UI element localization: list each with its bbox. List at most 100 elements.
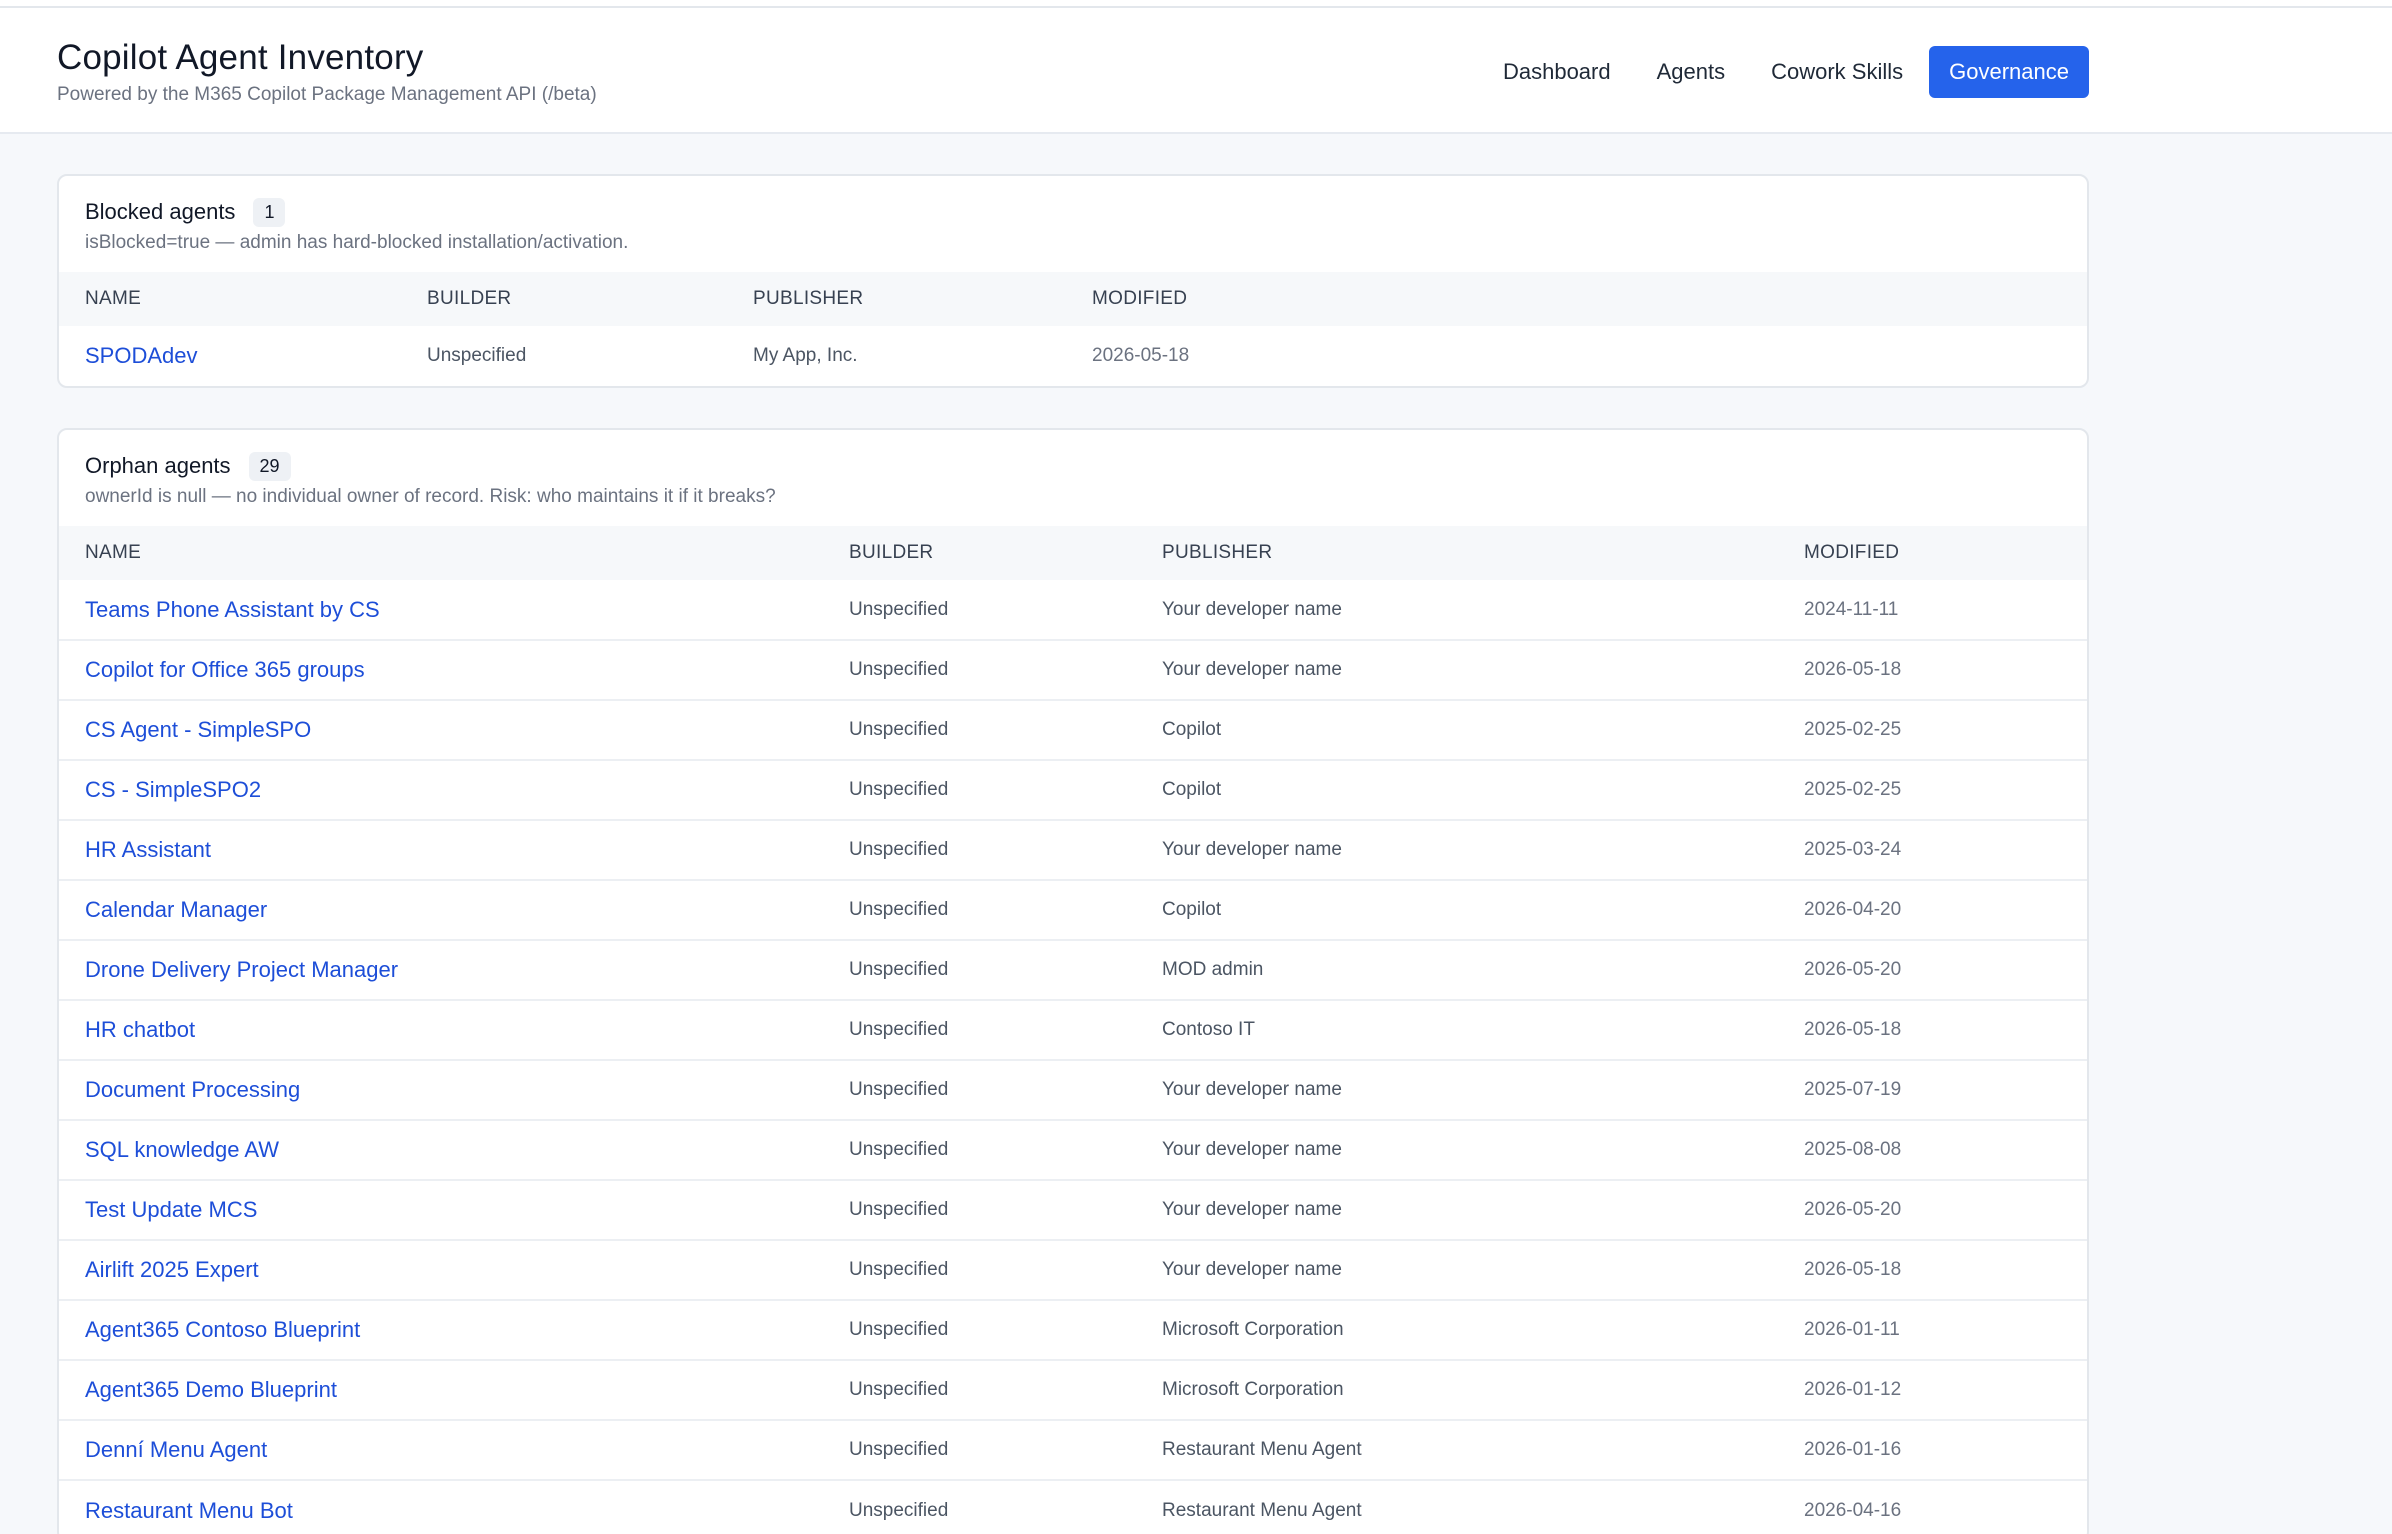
cell-publisher: Your developer name — [1136, 1119, 1778, 1180]
cell-modified: 2026-01-12 — [1778, 1359, 2087, 1420]
count-badge: 29 — [248, 451, 291, 481]
cell-name: Teams Phone Assistant by CS — [59, 580, 823, 640]
table-row: Airlift 2025 Expert Unspecified Your devel… — [59, 1239, 2087, 1300]
cell-modified: 2024-11-11 — [1804, 598, 1899, 620]
cell-builder: Unspecified — [823, 1419, 1136, 1480]
cell-publisher: Microsoft Corporation — [1136, 1299, 1778, 1360]
card-title: Orphan agents — [85, 453, 231, 478]
agent-name-link[interactable]: Document Processing — [85, 1077, 300, 1102]
cell-name: CS Agent - SimpleSPO — [59, 699, 823, 760]
agent-name-link[interactable]: Restaurant Menu Bot — [85, 1498, 293, 1523]
cell-publisher: Your developer name — [1136, 639, 1778, 700]
brand: Copilot Agent Inventory Powered by the M… — [57, 38, 597, 106]
cell-modified: 2025-03-24 — [1778, 819, 2087, 880]
table-row: CS - SimpleSPO2 Unspecified Copilot 2025-02… — [59, 759, 2087, 820]
column-header-publisher[interactable]: PUBLISHER — [1136, 526, 1778, 580]
cell-name: HR Assistant — [59, 819, 823, 880]
agent-name-link[interactable]: Calendar Manager — [85, 897, 267, 922]
top-rule — [0, 0, 2392, 8]
agent-name-link[interactable]: Copilot for Office 365 groups — [85, 657, 365, 682]
agent-name-link[interactable]: CS - SimpleSPO2 — [85, 777, 261, 802]
column-header-builder[interactable]: BUILDER — [823, 526, 1136, 580]
cell-publisher: Restaurant Menu Agent — [1136, 1479, 1778, 1534]
cell-builder: Unspecified — [823, 879, 1136, 940]
cell-publisher: Copilot — [1136, 699, 1778, 760]
card-title-row: Blocked agents 1 — [85, 196, 2061, 228]
cell-name: Agent365 Contoso Blueprint — [59, 1299, 823, 1360]
cell-publisher: Restaurant Menu Agent — [1136, 1419, 1778, 1480]
card-title-row: Orphan agents 29 — [85, 450, 2061, 482]
cell-name: Test Update MCS — [59, 1179, 823, 1240]
cell-publisher: MOD admin — [1136, 939, 1778, 1000]
cell-name: SPODAdev — [59, 326, 401, 386]
cell-publisher: Your developer name — [1136, 1179, 1778, 1240]
cell-name: Drone Delivery Project Manager — [59, 939, 823, 1000]
cell-publisher: Your developer name — [1136, 1059, 1778, 1120]
table-body: SPODAdev Unspecified My App, Inc. 2026-05-1… — [59, 326, 2087, 386]
cell-publisher: Copilot — [1136, 879, 1778, 940]
cell-builder: Unspecified — [823, 1239, 1136, 1300]
table-row: Agent365 Demo Blueprint Unspecified Micros… — [59, 1359, 2087, 1420]
column-header-publisher[interactable]: PUBLISHER — [727, 272, 1066, 326]
column-header-name[interactable]: NAME — [59, 526, 823, 580]
cell-modified: 2026-01-11 — [1778, 1299, 2087, 1360]
cell-name: Denní Menu Agent — [59, 1419, 823, 1480]
nav-agents[interactable]: Agents — [1634, 45, 1749, 99]
cell-modified: 2026-05-18 — [1778, 1239, 2087, 1300]
table-header-row: NAME BUILDER PUBLISHER MODIFIED — [59, 526, 2087, 580]
nav-dashboard[interactable]: Dashboard — [1480, 45, 1634, 99]
agent-name-link[interactable]: SQL knowledge AW — [85, 1137, 279, 1162]
agent-name-link[interactable]: Test Update MCS — [85, 1197, 257, 1222]
cell-modified: 2026-04-20 — [1778, 879, 2087, 940]
table-row: Agent365 Contoso Blueprint Unspecified Mic… — [59, 1299, 2087, 1360]
cell-builder: Unspecified — [823, 819, 1136, 880]
agent-name-link[interactable]: Airlift 2025 Expert — [85, 1257, 259, 1282]
nav-governance[interactable]: Governance — [1929, 46, 2089, 98]
cell-publisher: Copilot — [1136, 759, 1778, 820]
agent-name-link[interactable]: HR chatbot — [85, 1017, 195, 1042]
nav-cowork-skills[interactable]: Cowork Skills — [1748, 45, 1926, 99]
cell-publisher: Your developer name — [1136, 819, 1778, 880]
cell-publisher: Your developer name — [1136, 1239, 1778, 1300]
table-row: Copilot for Office 365 groups Unspecified… — [59, 639, 2087, 700]
cell-modified: 2026-05-20 — [1778, 1179, 2087, 1240]
cell-builder: Unspecified — [823, 1119, 1136, 1180]
column-header-modified[interactable]: MODIFIED — [1778, 526, 2087, 580]
column-header-builder[interactable]: BUILDER — [401, 272, 727, 326]
agent-name-link[interactable]: Agent365 Demo Blueprint — [85, 1377, 337, 1402]
cell-modified: 2026-05-20 — [1778, 939, 2087, 1000]
cell-builder: Unspecified — [823, 759, 1136, 820]
agent-name-link[interactable]: HR Assistant — [85, 837, 211, 862]
cell-name: HR chatbot — [59, 999, 823, 1060]
cell-publisher: My App, Inc. — [753, 345, 858, 366]
cell-builder: Unspecified — [823, 1479, 1136, 1534]
column-header-modified[interactable]: MODIFIED — [1066, 272, 2087, 326]
agent-name-link[interactable]: Agent365 Contoso Blueprint — [85, 1317, 360, 1342]
cell-name: Calendar Manager — [59, 879, 823, 940]
agent-name-link[interactable]: SPODAdev — [85, 343, 198, 368]
table-row: HR chatbot Unspecified Contoso IT 2026-05-1… — [59, 999, 2087, 1060]
agent-name-link[interactable]: Denní Menu Agent — [85, 1437, 267, 1462]
app-title: Copilot Agent Inventory — [57, 38, 424, 77]
cell-modified: 2025-02-25 — [1778, 759, 2087, 820]
table-row: Document Processing Unspecified Your devel… — [59, 1059, 2087, 1120]
cell-name: Airlift 2025 Expert — [59, 1239, 823, 1300]
cell-builder: Unspecified — [823, 999, 1136, 1060]
card-description: isBlocked=true — admin has hard-blocked … — [85, 232, 629, 253]
column-header-name[interactable]: NAME — [59, 272, 401, 326]
app-subtitle: Powered by the M365 Copilot Package Mana… — [57, 84, 597, 105]
orphan-agents-card: Orphan agents 29 ownerId is null — no in… — [57, 428, 2089, 1534]
cell-modified: 2026-05-18 — [1778, 999, 2087, 1060]
table-row: Test Update MCS Unspecified Your developer… — [59, 1179, 2087, 1240]
agent-name-link[interactable]: Drone Delivery Project Manager — [85, 957, 398, 982]
main-nav: Dashboard Agents Cowork Skills Governanc… — [1480, 45, 2089, 99]
main-content: Blocked agents 1 isBlocked=true — admin … — [0, 134, 2392, 1534]
agent-name-link[interactable]: Teams Phone Assistant by CS — [85, 597, 380, 622]
agent-name-link[interactable]: CS Agent - SimpleSPO — [85, 717, 311, 742]
cell-modified: 2026-05-18 — [1092, 345, 1190, 366]
table-row: SQL knowledge AW Unspecified Your develope… — [59, 1119, 2087, 1180]
table-row: Restaurant Menu Bot Unspecified Restaurant… — [59, 1479, 2087, 1534]
table-row: HR Assistant Unspecified Your developer na… — [59, 819, 2087, 880]
cell-builder: Unspecified — [823, 639, 1136, 700]
cell-builder: Unspecified — [823, 1059, 1136, 1120]
